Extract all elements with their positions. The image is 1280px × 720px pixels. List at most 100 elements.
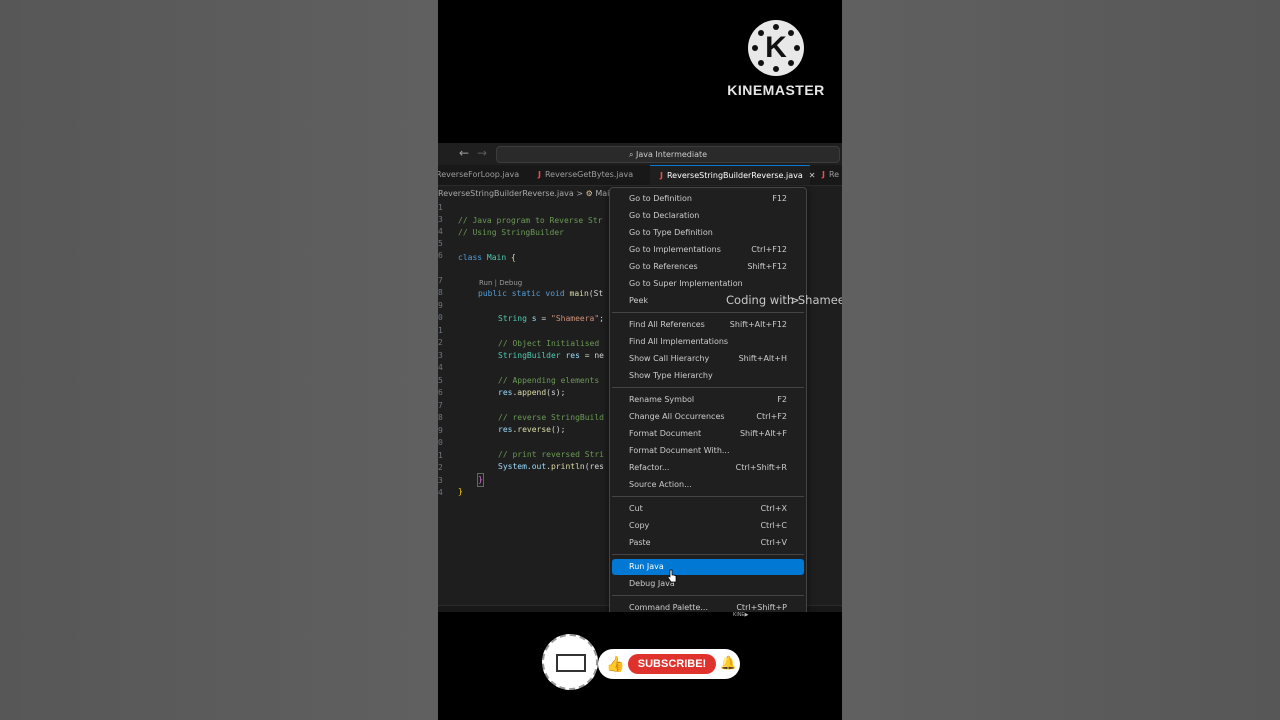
line-number: 1 bbox=[438, 203, 443, 212]
code-brace: } bbox=[458, 487, 463, 496]
tab-overflow[interactable]: J Re bbox=[814, 165, 842, 185]
search-label: Java Intermediate bbox=[635, 150, 708, 159]
menu-item-find-all-references[interactable]: Find All References Shift+Alt+F12 bbox=[612, 317, 804, 333]
code-line-reverse: res.reverse(); bbox=[498, 425, 566, 434]
code-comment: // Appending elements bbox=[498, 376, 600, 385]
title-bar: ← → ⌕ Java Intermediate bbox=[438, 143, 842, 165]
menu-item-cut[interactable]: Cut Ctrl+X bbox=[612, 501, 804, 517]
menu-item-refactor[interactable]: Refactor... Ctrl+Shift+R bbox=[612, 460, 804, 476]
menu-item-go-to-super-implementation[interactable]: Go to Super Implementation bbox=[612, 276, 804, 292]
menu-item-change-all-occurrences[interactable]: Change All Occurrences Ctrl+F2 bbox=[612, 409, 804, 425]
line-number: 4 bbox=[438, 227, 443, 236]
code-comment: // reverse StringBuild bbox=[498, 413, 604, 422]
java-file-icon: J bbox=[538, 170, 541, 179]
menu-item-go-to-references[interactable]: Go to References Shift+F12 bbox=[612, 259, 804, 275]
code-line-stringbuilder: StringBuilder res = ne bbox=[498, 351, 604, 360]
menu-item-find-all-implementations[interactable]: Find All Implementations bbox=[612, 334, 804, 350]
menu-item-run-java[interactable]: Run Java bbox=[612, 559, 804, 575]
line-number: 2 bbox=[438, 338, 443, 347]
line-number: 3 bbox=[438, 215, 443, 224]
line-number: 1 bbox=[438, 326, 443, 335]
blurred-right-background bbox=[842, 0, 1280, 720]
line-number: 5 bbox=[438, 239, 443, 248]
menu-item-show-call-hierarchy[interactable]: Show Call Hierarchy Shift+Alt+H bbox=[612, 351, 804, 367]
menu-separator bbox=[612, 312, 804, 313]
tab-reverse-get-bytes[interactable]: J ReverseGetBytes.java bbox=[538, 165, 648, 185]
line-number: 1 bbox=[438, 451, 443, 460]
menu-item-copy[interactable]: Copy Ctrl+C bbox=[612, 518, 804, 534]
tab-reverse-for-loop[interactable]: ReverseForLoop.java bbox=[438, 165, 532, 185]
line-number: 6 bbox=[438, 388, 443, 397]
vscode-window: ← → ⌕ Java Intermediate ReverseForLoop.j… bbox=[438, 143, 842, 612]
tab-label: ReverseStringBuilderReverse.java bbox=[666, 171, 803, 180]
tab-label: ReverseForLoop.java bbox=[438, 170, 520, 179]
back-arrow-icon[interactable]: ← bbox=[459, 146, 469, 160]
menu-separator bbox=[612, 496, 804, 497]
context-menu: Go to Definition F12 Go to Declaration Go… bbox=[609, 187, 807, 612]
menu-separator bbox=[612, 554, 804, 555]
video-frame: K KINEMASTER ← → ⌕ Java Intermediate Rev… bbox=[438, 0, 842, 720]
code-line-println: System.out.println(res bbox=[498, 462, 604, 471]
editor-tabs: ReverseForLoop.java J ReverseGetBytes.jav… bbox=[438, 165, 842, 186]
search-icon: ⌕ bbox=[628, 150, 636, 159]
thumbs-up-icon[interactable]: 👍 bbox=[606, 655, 625, 673]
codelens-run-debug[interactable]: Run | Debug bbox=[479, 279, 522, 287]
line-number: 6 bbox=[438, 251, 443, 260]
menu-item-source-action[interactable]: Source Action... bbox=[612, 477, 804, 493]
subscribe-banner: 👍 SUBSCRIBE! 🔔 bbox=[542, 634, 742, 690]
tab-reverse-string-builder[interactable]: J ReverseStringBuilderReverse.java ✕ bbox=[650, 165, 815, 185]
line-number: 5 bbox=[438, 376, 443, 385]
java-file-icon: J bbox=[660, 171, 663, 180]
tab-label: ReverseGetBytes.java bbox=[544, 170, 634, 179]
kinemaster-small-mark: KINE▶ bbox=[733, 612, 749, 618]
menu-item-rename-symbol[interactable]: Rename Symbol F2 bbox=[612, 392, 804, 408]
line-number: 0 bbox=[438, 313, 443, 322]
tab-label: Re bbox=[828, 170, 840, 179]
channel-logo-icon bbox=[556, 654, 586, 672]
menu-separator bbox=[612, 595, 804, 596]
breadcrumb-separator: > bbox=[576, 189, 584, 198]
breadcrumb: ReverseStringBuilderReverse.java > ⚙ Mai… bbox=[438, 189, 624, 203]
hand-cursor-icon bbox=[667, 569, 677, 583]
menu-item-paste[interactable]: Paste Ctrl+V bbox=[612, 535, 804, 551]
menu-item-go-to-declaration[interactable]: Go to Declaration bbox=[612, 208, 804, 224]
menu-item-show-type-hierarchy[interactable]: Show Type Hierarchy bbox=[612, 368, 804, 384]
forward-arrow-icon[interactable]: → bbox=[477, 146, 487, 160]
code-comment: // Using StringBuilder bbox=[458, 228, 564, 237]
code-comment: // print reversed Stri bbox=[498, 450, 604, 459]
breadcrumb-file[interactable]: ReverseStringBuilderReverse.java bbox=[438, 189, 574, 198]
blurred-left-background bbox=[0, 0, 438, 720]
code-brace: } bbox=[477, 473, 484, 487]
line-number: 7 bbox=[438, 401, 443, 410]
line-number: 0 bbox=[438, 438, 443, 447]
bell-icon[interactable]: 🔔 bbox=[720, 654, 736, 674]
menu-item-go-to-type-definition[interactable]: Go to Type Definition bbox=[612, 225, 804, 241]
code-line-append: res.append(s); bbox=[498, 388, 566, 397]
kinemaster-wordmark: KINEMASTER bbox=[727, 82, 825, 98]
menu-item-debug-java[interactable]: Debug Java bbox=[612, 576, 804, 592]
menu-item-format-document-with[interactable]: Format Document With... bbox=[612, 443, 804, 459]
peek-chevron-icon: > bbox=[790, 293, 800, 307]
subscribe-button[interactable]: SUBSCRIBE! bbox=[628, 654, 716, 674]
line-number: 7 bbox=[438, 276, 443, 285]
line-number: 8 bbox=[438, 288, 443, 297]
line-number: 4 bbox=[438, 363, 443, 372]
line-number: 9 bbox=[438, 426, 443, 435]
subscribe-pill: 👍 SUBSCRIBE! 🔔 bbox=[598, 649, 740, 679]
command-center-search[interactable]: ⌕ Java Intermediate bbox=[496, 146, 840, 163]
class-symbol-icon: ⚙ bbox=[585, 189, 593, 198]
kinemaster-logo-letter: K bbox=[765, 31, 787, 64]
channel-overlay-text: Coding with Shameera> bbox=[726, 293, 842, 307]
code-line-main: public static void main(St bbox=[478, 289, 604, 298]
menu-item-format-document[interactable]: Format Document Shift+Alt+F bbox=[612, 426, 804, 442]
line-number: 4 bbox=[438, 488, 443, 497]
menu-item-go-to-implementations[interactable]: Go to Implementations Ctrl+F12 bbox=[612, 242, 804, 258]
code-line-class: class Main { bbox=[458, 253, 516, 262]
menu-item-go-to-definition[interactable]: Go to Definition F12 bbox=[612, 191, 804, 207]
line-number: 8 bbox=[438, 413, 443, 422]
code-comment: // Object Initialised bbox=[498, 339, 600, 348]
menu-separator bbox=[612, 387, 804, 388]
menu-item-command-palette[interactable]: Command Palette... Ctrl+Shift+P bbox=[612, 600, 804, 612]
line-number: 9 bbox=[438, 301, 443, 310]
code-comment: // Java program to Reverse Str bbox=[458, 216, 603, 225]
